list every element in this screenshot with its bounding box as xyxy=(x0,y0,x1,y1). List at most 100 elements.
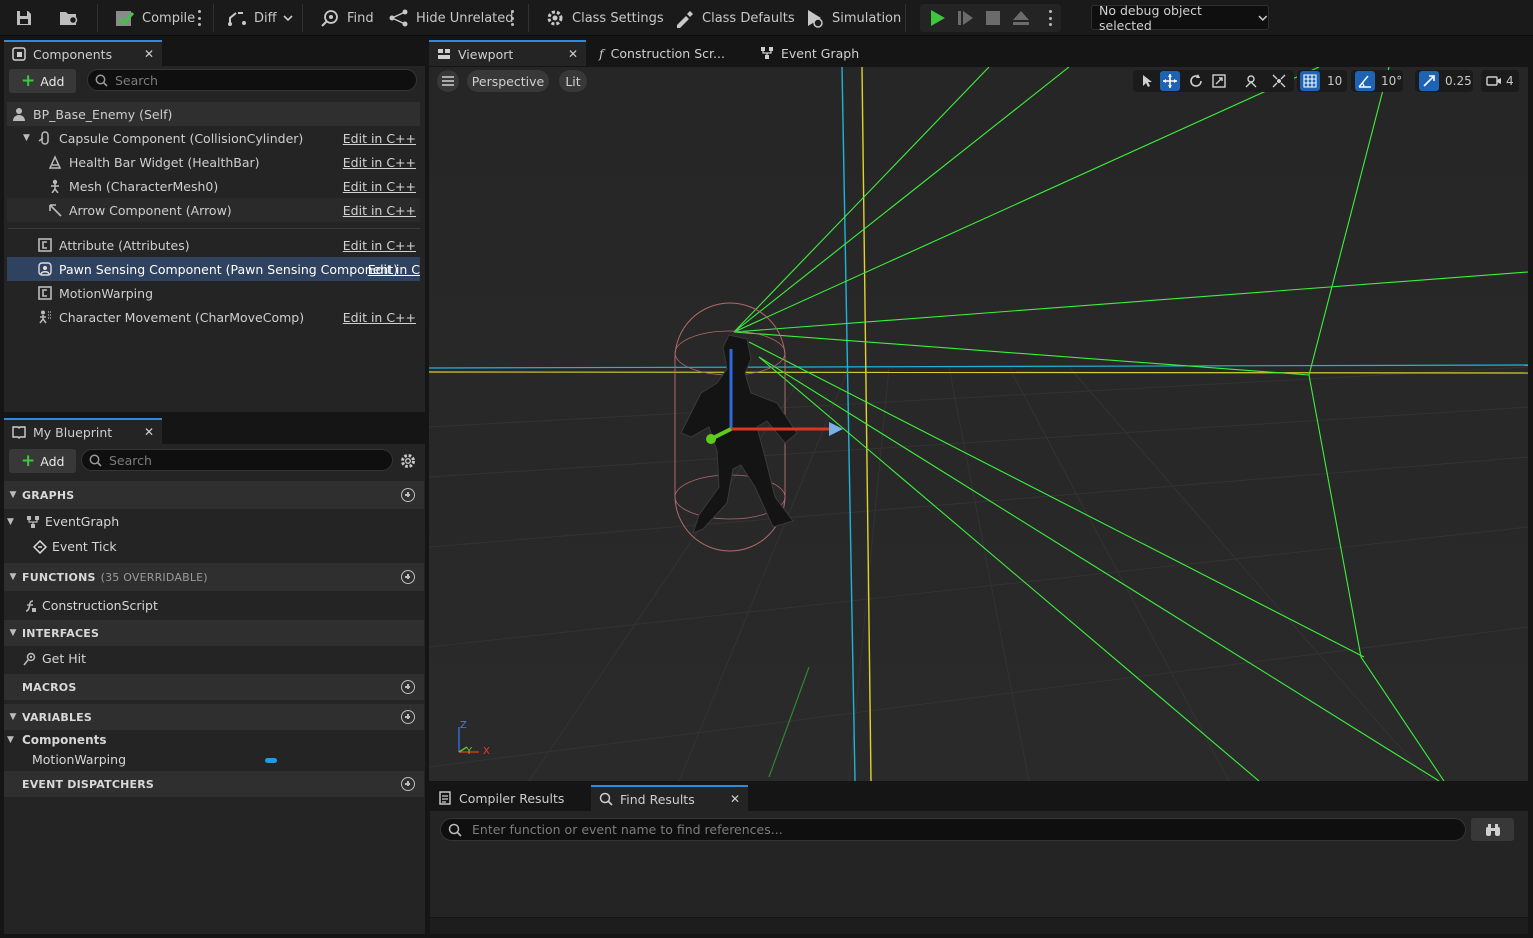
variable-motionwarping[interactable]: MotionWarping xyxy=(32,752,282,767)
axis-z-label: Z xyxy=(460,720,467,731)
class-defaults-button[interactable]: Class Defaults xyxy=(670,5,799,31)
gear-icon xyxy=(547,10,563,26)
grid-snap-icon[interactable] xyxy=(1300,71,1320,91)
tab-construction-script[interactable]: f Construction Scr... xyxy=(591,40,741,66)
add-dispatcher-icon[interactable] xyxy=(401,777,415,791)
function-constructionscript[interactable]: ConstructionScript xyxy=(23,598,158,613)
expand-caret-icon[interactable]: ▼ xyxy=(23,133,37,143)
close-icon[interactable]: ✕ xyxy=(144,47,154,61)
add-variable-icon[interactable] xyxy=(401,710,415,724)
simulation-button[interactable]: Simulation xyxy=(800,5,905,31)
edit-in-cpp-link[interactable]: Edit in C++ xyxy=(343,203,416,218)
component-item-capsule[interactable]: ▼ Capsule Component (CollisionCylinder) … xyxy=(7,126,420,150)
edit-in-cpp-link[interactable]: Edit in C++ xyxy=(343,131,416,146)
hide-unrelated-button[interactable]: Hide Unrelated xyxy=(384,5,518,31)
select-mode-icon[interactable] xyxy=(1137,71,1157,91)
more-options-icon[interactable] xyxy=(509,8,515,28)
add-member-button[interactable]: + Add xyxy=(9,449,77,473)
tab-compiler-results[interactable]: Compiler Results xyxy=(430,785,587,811)
tab-components[interactable]: Components ✕ xyxy=(4,40,162,66)
component-item-pawn-sensing[interactable]: Pawn Sensing Component (Pawn Sensing Com… xyxy=(7,257,420,281)
widget-icon xyxy=(47,154,63,170)
camera-icon[interactable] xyxy=(1484,71,1504,91)
compile-button[interactable]: Compile xyxy=(110,5,199,31)
close-icon[interactable]: ✕ xyxy=(730,792,740,806)
settings-gear-icon[interactable] xyxy=(399,452,417,470)
scale-snap-icon[interactable] xyxy=(1419,71,1439,91)
plus-icon: + xyxy=(21,71,36,91)
expand-caret-icon[interactable]: ▼ xyxy=(4,628,22,638)
edit-in-cpp-link[interactable]: Edit in C xyxy=(368,262,420,277)
components-search-input[interactable]: Search xyxy=(87,69,417,91)
scale-mode-icon[interactable] xyxy=(1209,71,1229,91)
perspective-button[interactable]: Perspective xyxy=(467,70,549,92)
section-event-dispatchers[interactable]: EVENT DISPATCHERS xyxy=(4,771,424,797)
graph-eventgraph[interactable]: ▼ EventGraph xyxy=(7,514,119,529)
add-function-icon[interactable] xyxy=(401,570,415,584)
axis-y-label: Y xyxy=(466,746,473,757)
variable-category-components[interactable]: ▼ Components xyxy=(7,733,107,747)
compile-options-icon[interactable] xyxy=(196,8,202,28)
component-item-mesh[interactable]: Mesh (CharacterMesh0) Edit in C++ xyxy=(7,174,420,198)
find-in-all-blueprints-button[interactable] xyxy=(1471,818,1514,841)
stop-icon[interactable] xyxy=(985,10,1001,26)
tab-event-graph[interactable]: Event Graph xyxy=(752,40,882,66)
edit-in-cpp-link[interactable]: Edit in C++ xyxy=(343,310,416,325)
expand-caret-icon[interactable]: ▼ xyxy=(7,735,17,745)
play-options-icon[interactable] xyxy=(1047,8,1053,28)
expand-caret-icon[interactable]: ▼ xyxy=(4,572,22,582)
debug-object-select[interactable]: No debug object selected xyxy=(1091,3,1269,33)
component-item-healthbar[interactable]: Health Bar Widget (HealthBar) Edit in C+… xyxy=(7,150,420,174)
surface-snap-icon[interactable] xyxy=(1269,71,1289,91)
component-root[interactable]: BP_Base_Enemy (Self) xyxy=(7,102,420,126)
component-item-attribute[interactable]: Attribute (Attributes) Edit in C++ xyxy=(7,233,420,257)
section-variables[interactable]: ▼ VARIABLES xyxy=(4,704,424,730)
find-button[interactable]: Find xyxy=(315,5,378,31)
play-icon[interactable] xyxy=(928,9,946,27)
camera-speed-value[interactable]: 4 xyxy=(1506,74,1514,88)
find-references-input[interactable]: Enter function or event name to find ref… xyxy=(440,818,1466,841)
eject-icon[interactable] xyxy=(1012,9,1030,27)
viewport-menu-button[interactable] xyxy=(437,70,459,92)
lit-button[interactable]: Lit xyxy=(559,70,587,92)
tab-viewport[interactable]: Viewport ✕ xyxy=(429,40,586,66)
translate-mode-icon[interactable] xyxy=(1160,71,1180,91)
browse-icon[interactable] xyxy=(54,5,84,31)
add-graph-icon[interactable] xyxy=(401,488,415,502)
add-component-button[interactable]: + Add xyxy=(9,69,77,93)
rotate-mode-icon[interactable] xyxy=(1186,71,1206,91)
diff-button[interactable]: Diff xyxy=(222,5,297,31)
expand-caret-icon[interactable]: ▼ xyxy=(7,517,21,527)
section-macros[interactable]: MACROS xyxy=(4,674,424,700)
graph-event-tick[interactable]: Event Tick xyxy=(33,539,117,554)
blueprint-search-input[interactable]: Search xyxy=(81,449,393,471)
rotation-snap-value[interactable]: 10° xyxy=(1381,74,1402,88)
scale-snap-value[interactable]: 0.25 xyxy=(1445,74,1472,88)
interface-get-hit[interactable]: Get Hit xyxy=(23,651,86,666)
tab-my-blueprint[interactable]: My Blueprint ✕ xyxy=(4,418,162,444)
compile-icon xyxy=(116,11,135,26)
edit-in-cpp-link[interactable]: Edit in C++ xyxy=(343,155,416,170)
expand-caret-icon[interactable]: ▼ xyxy=(4,712,22,722)
grid-snap-value[interactable]: 10 xyxy=(1327,74,1342,88)
rotation-snap-icon[interactable] xyxy=(1355,71,1375,91)
component-item-charmove[interactable]: Character Movement (CharMoveComp) Edit i… xyxy=(7,305,420,329)
component-item-arrow[interactable]: Arrow Component (Arrow) Edit in C++ xyxy=(7,198,420,222)
step-icon[interactable] xyxy=(956,9,974,27)
search-icon xyxy=(599,792,613,806)
expand-caret-icon[interactable]: ▼ xyxy=(4,490,22,500)
save-icon[interactable] xyxy=(10,5,38,31)
viewport-3d[interactable]: Z Y X xyxy=(429,67,1528,781)
tab-find-results[interactable]: Find Results ✕ xyxy=(591,785,748,811)
add-macro-icon[interactable] xyxy=(401,680,415,694)
edit-in-cpp-link[interactable]: Edit in C++ xyxy=(343,238,416,253)
class-settings-button[interactable]: Class Settings xyxy=(540,5,668,31)
section-functions[interactable]: ▼ FUNCTIONS (35 OVERRIDABLE) xyxy=(4,563,424,591)
edit-in-cpp-link[interactable]: Edit in C++ xyxy=(343,179,416,194)
world-local-icon[interactable] xyxy=(1241,71,1261,91)
close-icon[interactable]: ✕ xyxy=(568,47,578,61)
component-item-motionwarping[interactable]: MotionWarping xyxy=(7,281,420,305)
close-icon[interactable]: ✕ xyxy=(144,425,154,439)
section-interfaces[interactable]: ▼ INTERFACES xyxy=(4,620,424,646)
section-graphs[interactable]: ▼ GRAPHS xyxy=(4,481,424,509)
